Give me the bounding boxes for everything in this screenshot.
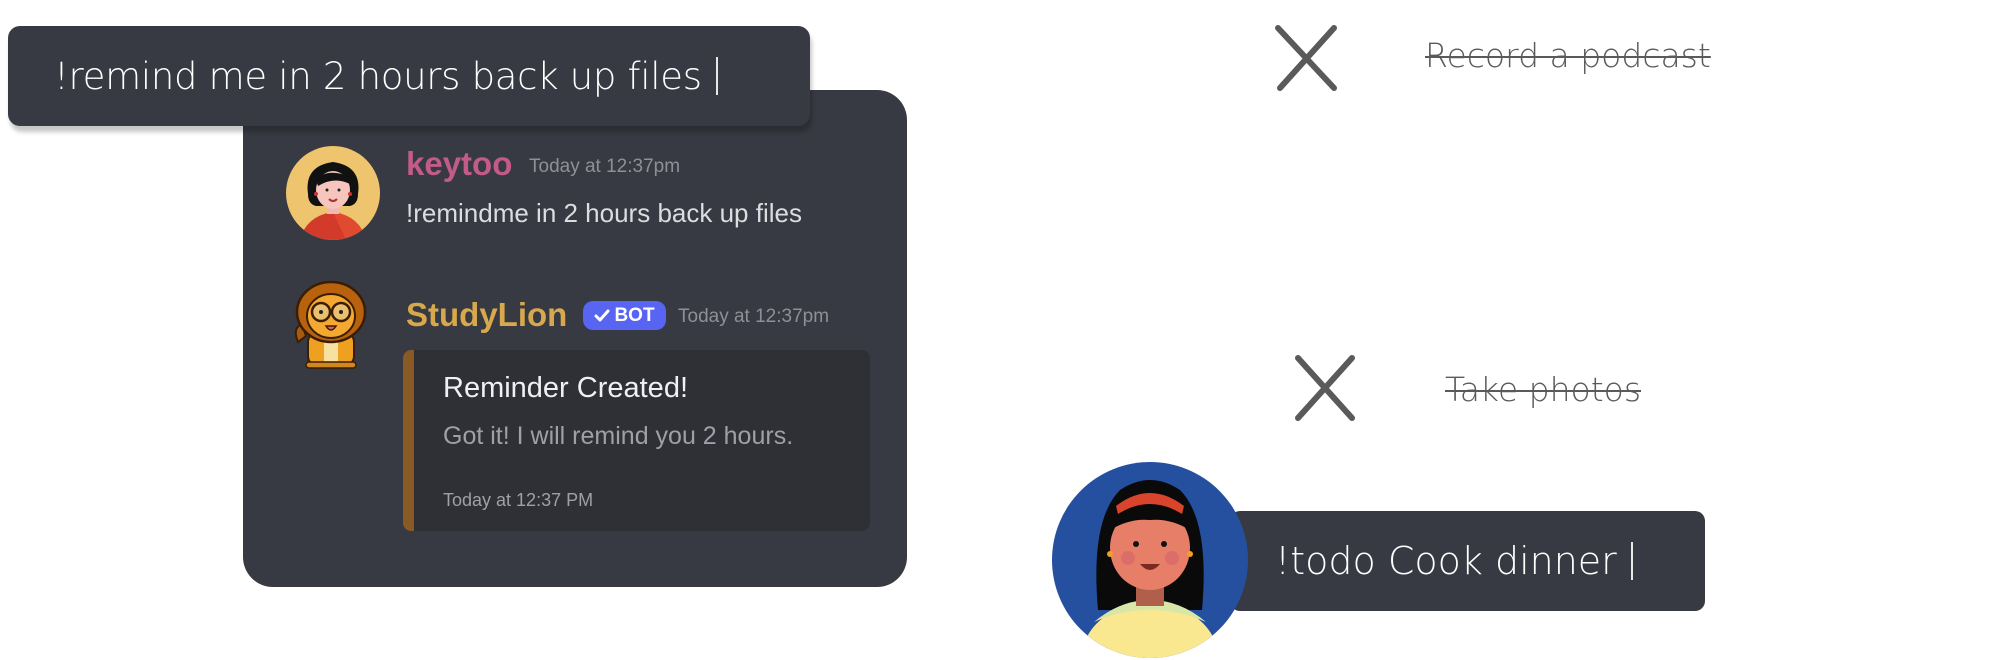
x-icon[interactable] xyxy=(1270,22,1342,94)
woman-avatar-icon xyxy=(1052,462,1248,658)
keytoo-avatar-icon[interactable] xyxy=(286,146,380,240)
lion-avatar-icon[interactable] xyxy=(288,278,374,370)
embed-title: Reminder Created! xyxy=(443,372,688,404)
checkmark-icon xyxy=(594,309,610,321)
text-caret xyxy=(715,56,718,95)
embed-description: Got it! I will remind you 2 hours. xyxy=(443,422,794,450)
embed-footer: Today at 12:37 PM xyxy=(443,490,594,510)
message-author[interactable]: StudyLion xyxy=(406,296,567,334)
todo-input-value[interactable]: !todo Cook dinner xyxy=(1275,539,1633,583)
embed-accent-bar xyxy=(403,350,414,531)
text-caret xyxy=(1630,542,1633,580)
message-timestamp: Today at 12:37pm xyxy=(678,306,830,327)
message-timestamp: Today at 12:37pm xyxy=(529,156,681,177)
remind-command-input[interactable]: !remind me in 2 hours back up files xyxy=(8,26,810,126)
message-author[interactable]: keytoo xyxy=(406,145,512,183)
message-text: !remindme in 2 hours back up files xyxy=(406,198,802,228)
bot-badge: BOT xyxy=(583,301,666,330)
reminder-embed: Reminder Created! Got it! I will remind … xyxy=(403,350,870,531)
todo-item-record-a-podcast[interactable]: Record a podcast xyxy=(1425,36,1711,75)
todo-item-take-photos[interactable]: Take photos xyxy=(1445,370,1641,409)
remind-input-value[interactable]: !remind me in 2 hours back up files xyxy=(54,55,718,98)
todo-command-input[interactable]: !todo Cook dinner xyxy=(1230,511,1705,611)
x-icon[interactable] xyxy=(1288,352,1360,424)
bot-badge-label: BOT xyxy=(614,304,655,326)
